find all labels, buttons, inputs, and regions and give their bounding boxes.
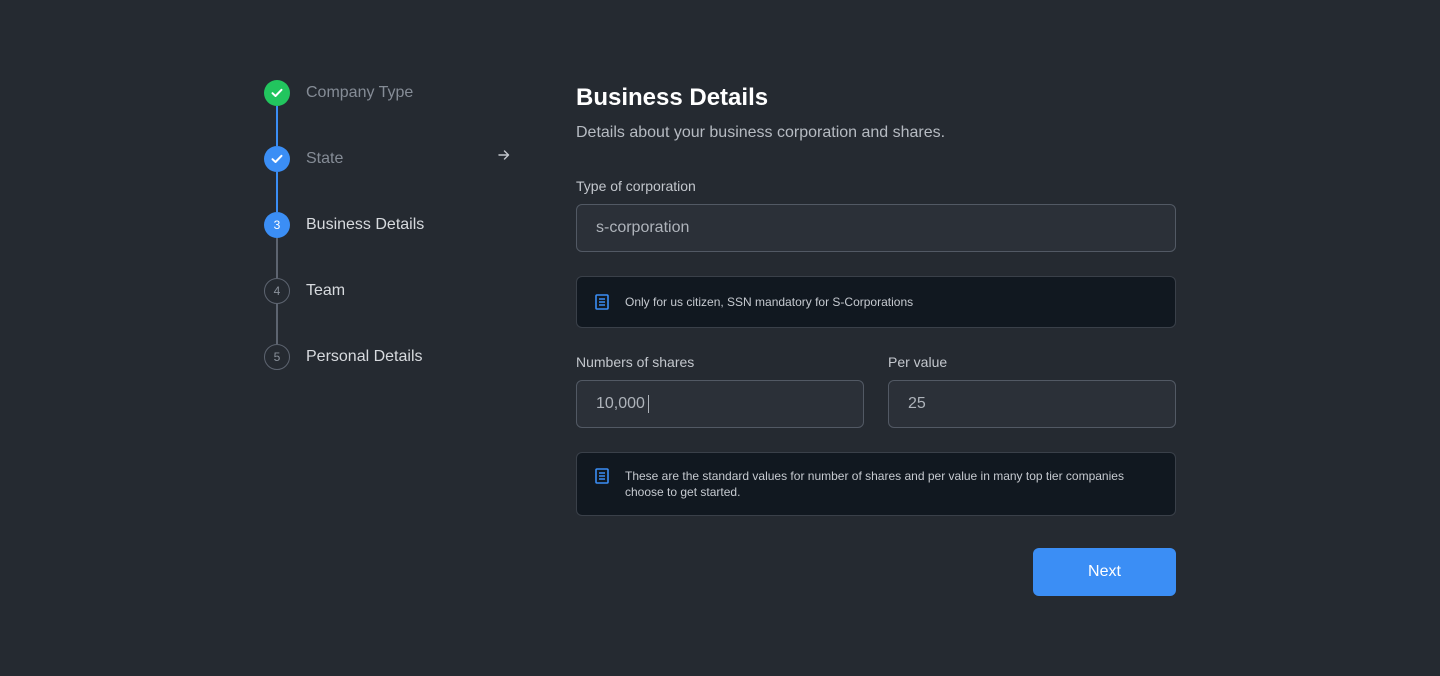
next-button[interactable]: Next — [1033, 548, 1176, 596]
step-label: Team — [306, 282, 346, 299]
step-label: Business Details — [306, 216, 425, 233]
step-number: 5 — [264, 344, 290, 370]
per-value-label: Per value — [888, 354, 948, 370]
corporation-info-note: Only for us citizen, SSN mandatory for S… — [576, 276, 1176, 328]
step-connector — [276, 238, 278, 278]
step-label: State — [306, 150, 344, 167]
step-number: 3 — [264, 212, 290, 238]
page-subtitle: Details about your business corporation … — [576, 124, 946, 141]
corporation-type-input[interactable] — [576, 204, 1176, 252]
info-text: These are the standard values for number… — [625, 469, 1124, 499]
document-icon — [595, 468, 609, 484]
step-business-details[interactable]: 3 Business Details — [264, 212, 424, 238]
document-icon — [595, 294, 609, 310]
step-label: Personal Details — [306, 348, 423, 365]
step-connector — [276, 172, 278, 212]
check-icon — [264, 146, 290, 172]
step-team[interactable]: 4 Team — [264, 278, 345, 304]
check-icon — [264, 80, 290, 106]
step-company-type[interactable]: Company Type — [264, 80, 413, 106]
shares-value: 10,000 — [596, 395, 645, 412]
page-title: Business Details — [576, 84, 769, 111]
text-cursor — [647, 395, 649, 413]
step-number: 4 — [264, 278, 290, 304]
step-connector — [276, 106, 278, 146]
step-state[interactable]: State — [264, 146, 343, 172]
per-value-input[interactable] — [888, 380, 1176, 428]
shares-label: Numbers of shares — [576, 354, 695, 370]
step-label: Company Type — [306, 84, 414, 101]
step-connector — [276, 304, 278, 344]
shares-input[interactable]: 10,000 — [576, 380, 864, 428]
shares-info-note: These are the standard values for number… — [576, 452, 1176, 516]
info-text: Only for us citizen, SSN mandatory for S… — [625, 295, 914, 309]
arrow-right-icon[interactable] — [496, 147, 512, 163]
step-personal-details[interactable]: 5 Personal Details — [264, 344, 423, 370]
corporation-type-label: Type of corporation — [576, 178, 696, 194]
